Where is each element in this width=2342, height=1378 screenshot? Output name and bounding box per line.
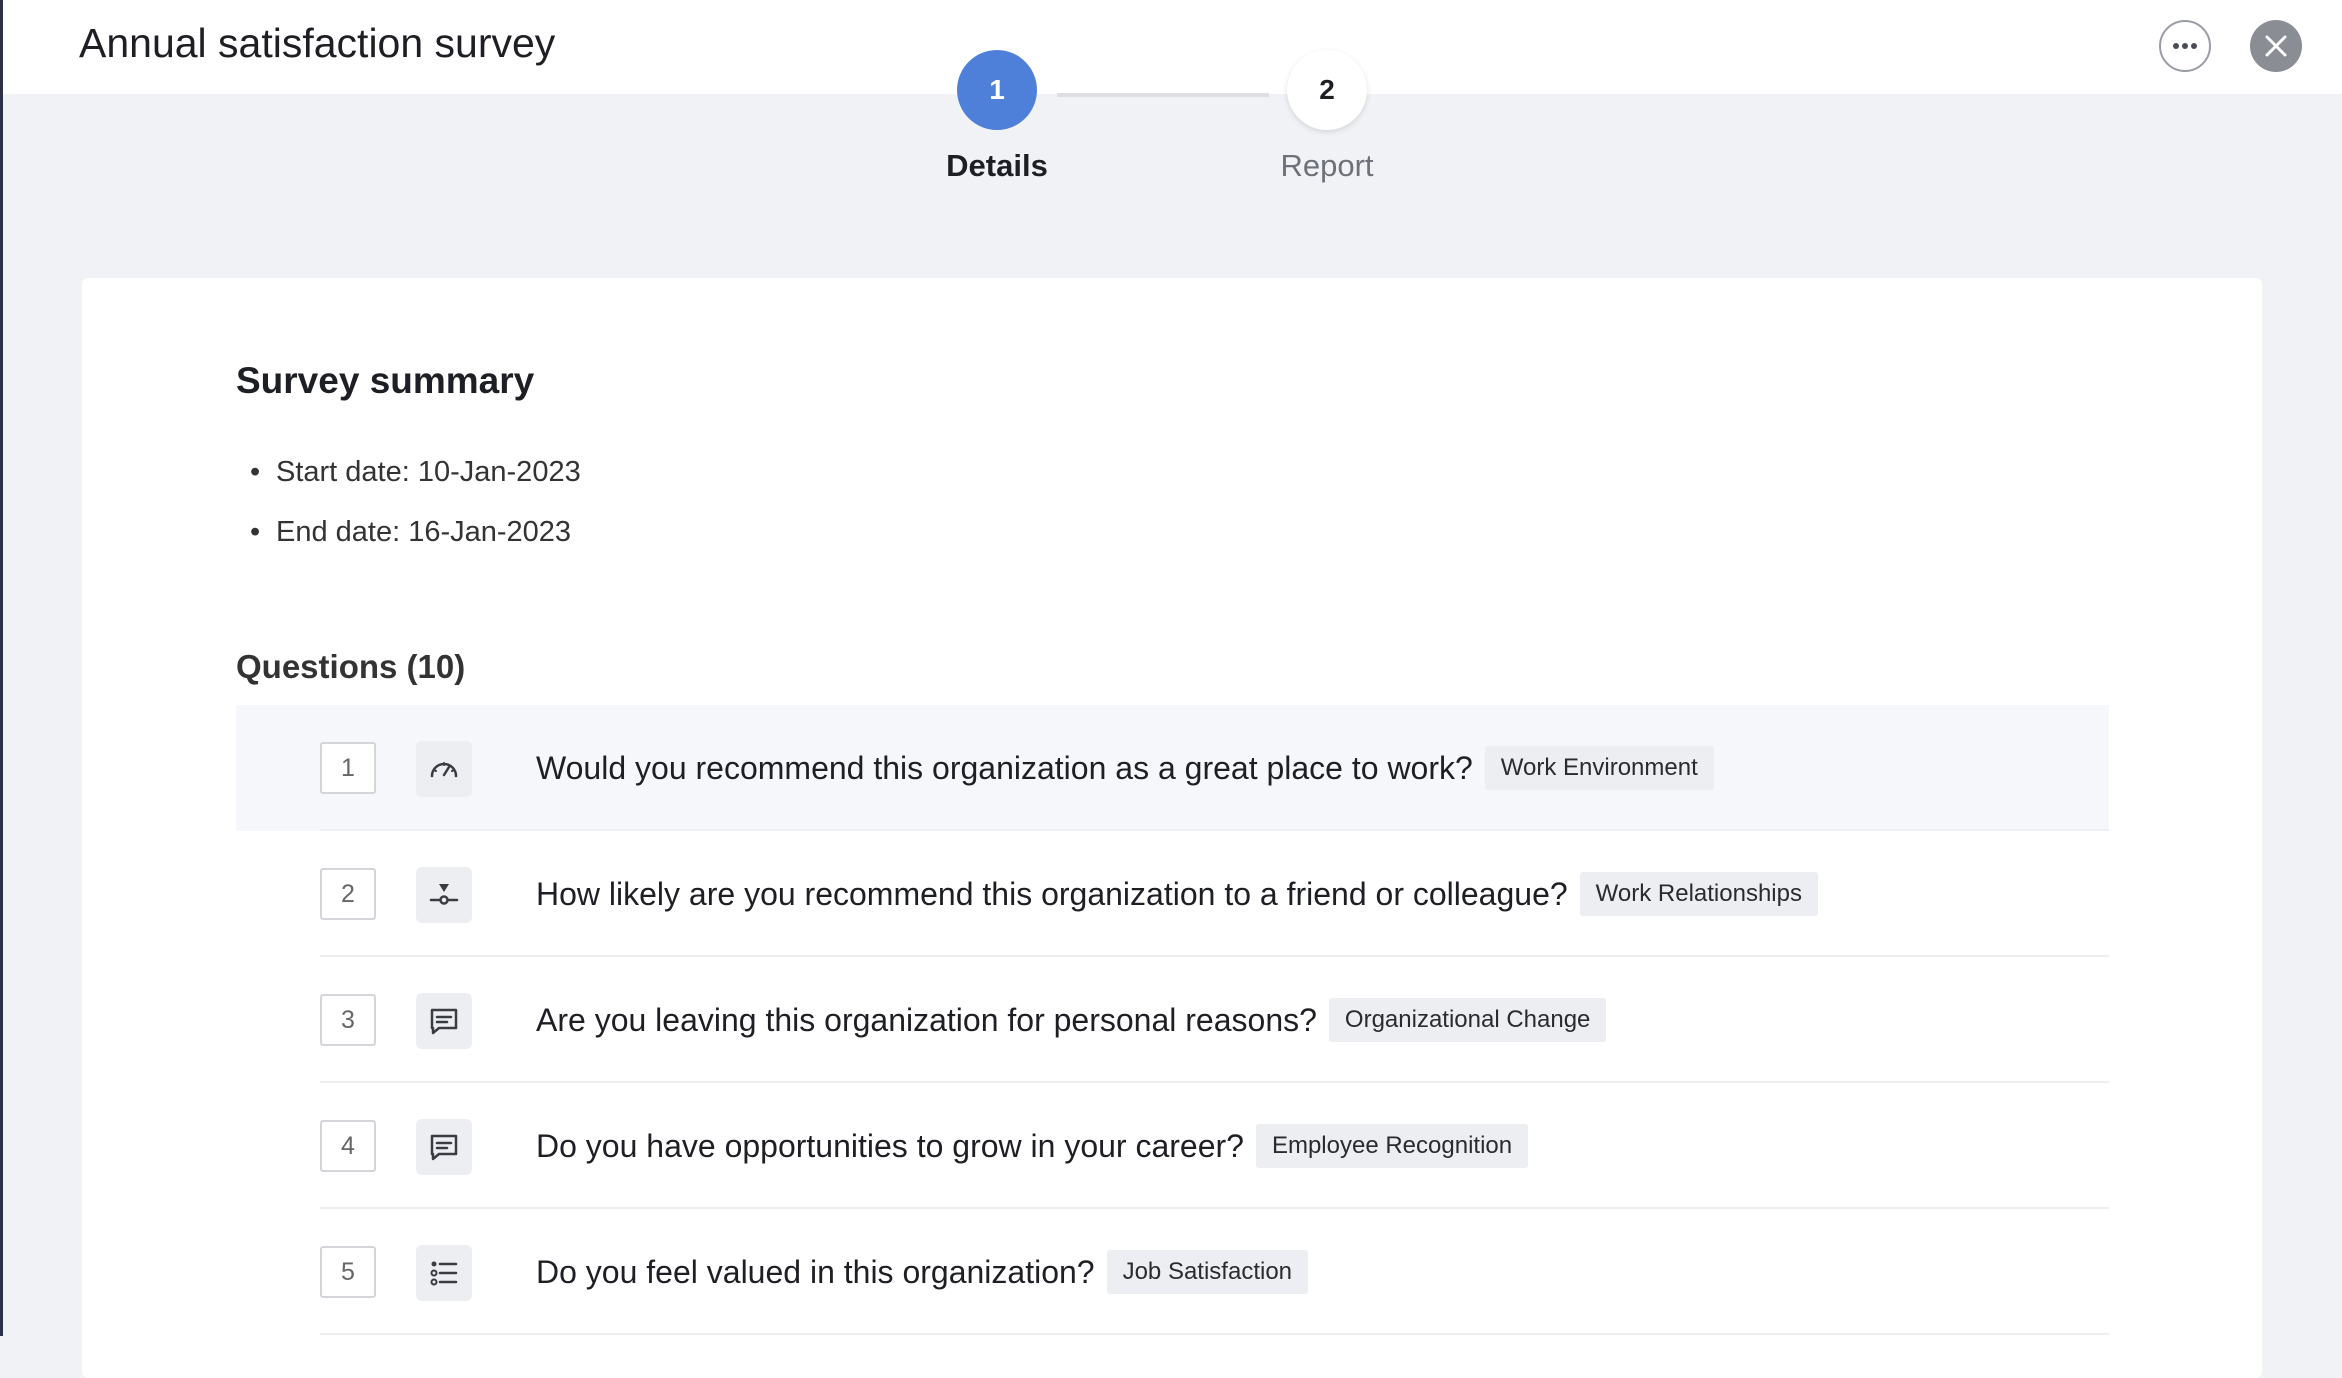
question-row[interactable]: 5 Do you feel valued in this organizatio… bbox=[236, 1209, 2109, 1335]
question-row[interactable]: 3 Are you leaving this organization for … bbox=[236, 957, 2109, 1083]
comment-icon bbox=[430, 1134, 458, 1161]
question-type-badge bbox=[416, 993, 472, 1049]
start-date-item: Start date: 10-Jan-2023 bbox=[250, 456, 581, 489]
question-content: Are you leaving this organization for pe… bbox=[536, 957, 1607, 1083]
question-row[interactable]: 2 How likely are you recommend this orga… bbox=[236, 831, 2109, 957]
step-2-circle[interactable]: 2 bbox=[1287, 50, 1367, 130]
question-type-badge bbox=[416, 1245, 472, 1301]
question-text: Do you feel valued in this organization? bbox=[536, 1253, 1095, 1290]
question-number: 5 bbox=[320, 1246, 376, 1298]
question-text: Do you have opportunities to grow in you… bbox=[536, 1127, 1244, 1164]
question-type-badge bbox=[416, 867, 472, 923]
end-date-text: End date: 16-Jan-2023 bbox=[276, 516, 572, 548]
question-number: 2 bbox=[320, 868, 376, 920]
category-tag: Job Satisfaction bbox=[1106, 1250, 1309, 1294]
step-connector bbox=[1057, 93, 1269, 97]
question-text: How likely are you recommend this organi… bbox=[536, 875, 1568, 912]
category-tag: Work Environment bbox=[1484, 746, 1714, 790]
question-type-badge bbox=[416, 741, 472, 797]
question-type-badge bbox=[416, 1119, 472, 1175]
question-number: 1 bbox=[320, 742, 376, 794]
questions-title: Questions (10) bbox=[236, 648, 466, 685]
step-1-label[interactable]: Details bbox=[897, 148, 1097, 184]
step-2-label[interactable]: Report bbox=[1227, 148, 1427, 184]
window-left-edge bbox=[0, 0, 3, 1336]
gauge-icon bbox=[430, 762, 458, 778]
category-tag: Organizational Change bbox=[1328, 998, 1607, 1042]
category-tag: Employee Recognition bbox=[1255, 1124, 1529, 1168]
question-text: Are you leaving this organization for pe… bbox=[536, 1001, 1317, 1038]
question-text: Would you recommend this organization as… bbox=[536, 749, 1473, 786]
question-content: Would you recommend this organization as… bbox=[536, 705, 1714, 831]
list-icon bbox=[430, 1261, 458, 1286]
question-number: 4 bbox=[320, 1120, 376, 1172]
comment-icon bbox=[430, 1008, 458, 1035]
question-number: 3 bbox=[320, 994, 376, 1046]
question-content: Do you have opportunities to grow in you… bbox=[536, 1083, 1529, 1209]
progress-stepper: 1 2 Details Report bbox=[0, 0, 2342, 200]
question-row[interactable]: 4 Do you have opportunities to grow in y… bbox=[236, 1083, 2109, 1209]
start-date-text: Start date: 10-Jan-2023 bbox=[276, 456, 581, 488]
slider-icon bbox=[429, 884, 459, 905]
step-1-circle[interactable]: 1 bbox=[957, 50, 1037, 130]
summary-title: Survey summary bbox=[236, 360, 535, 401]
question-content: Do you feel valued in this organization?… bbox=[536, 1209, 1309, 1335]
question-content: How likely are you recommend this organi… bbox=[536, 831, 1818, 957]
question-row[interactable]: 1 Would you recommend this organization … bbox=[236, 705, 2109, 831]
end-date-item: End date: 16-Jan-2023 bbox=[250, 516, 571, 549]
category-tag: Work Relationships bbox=[1579, 872, 1818, 916]
